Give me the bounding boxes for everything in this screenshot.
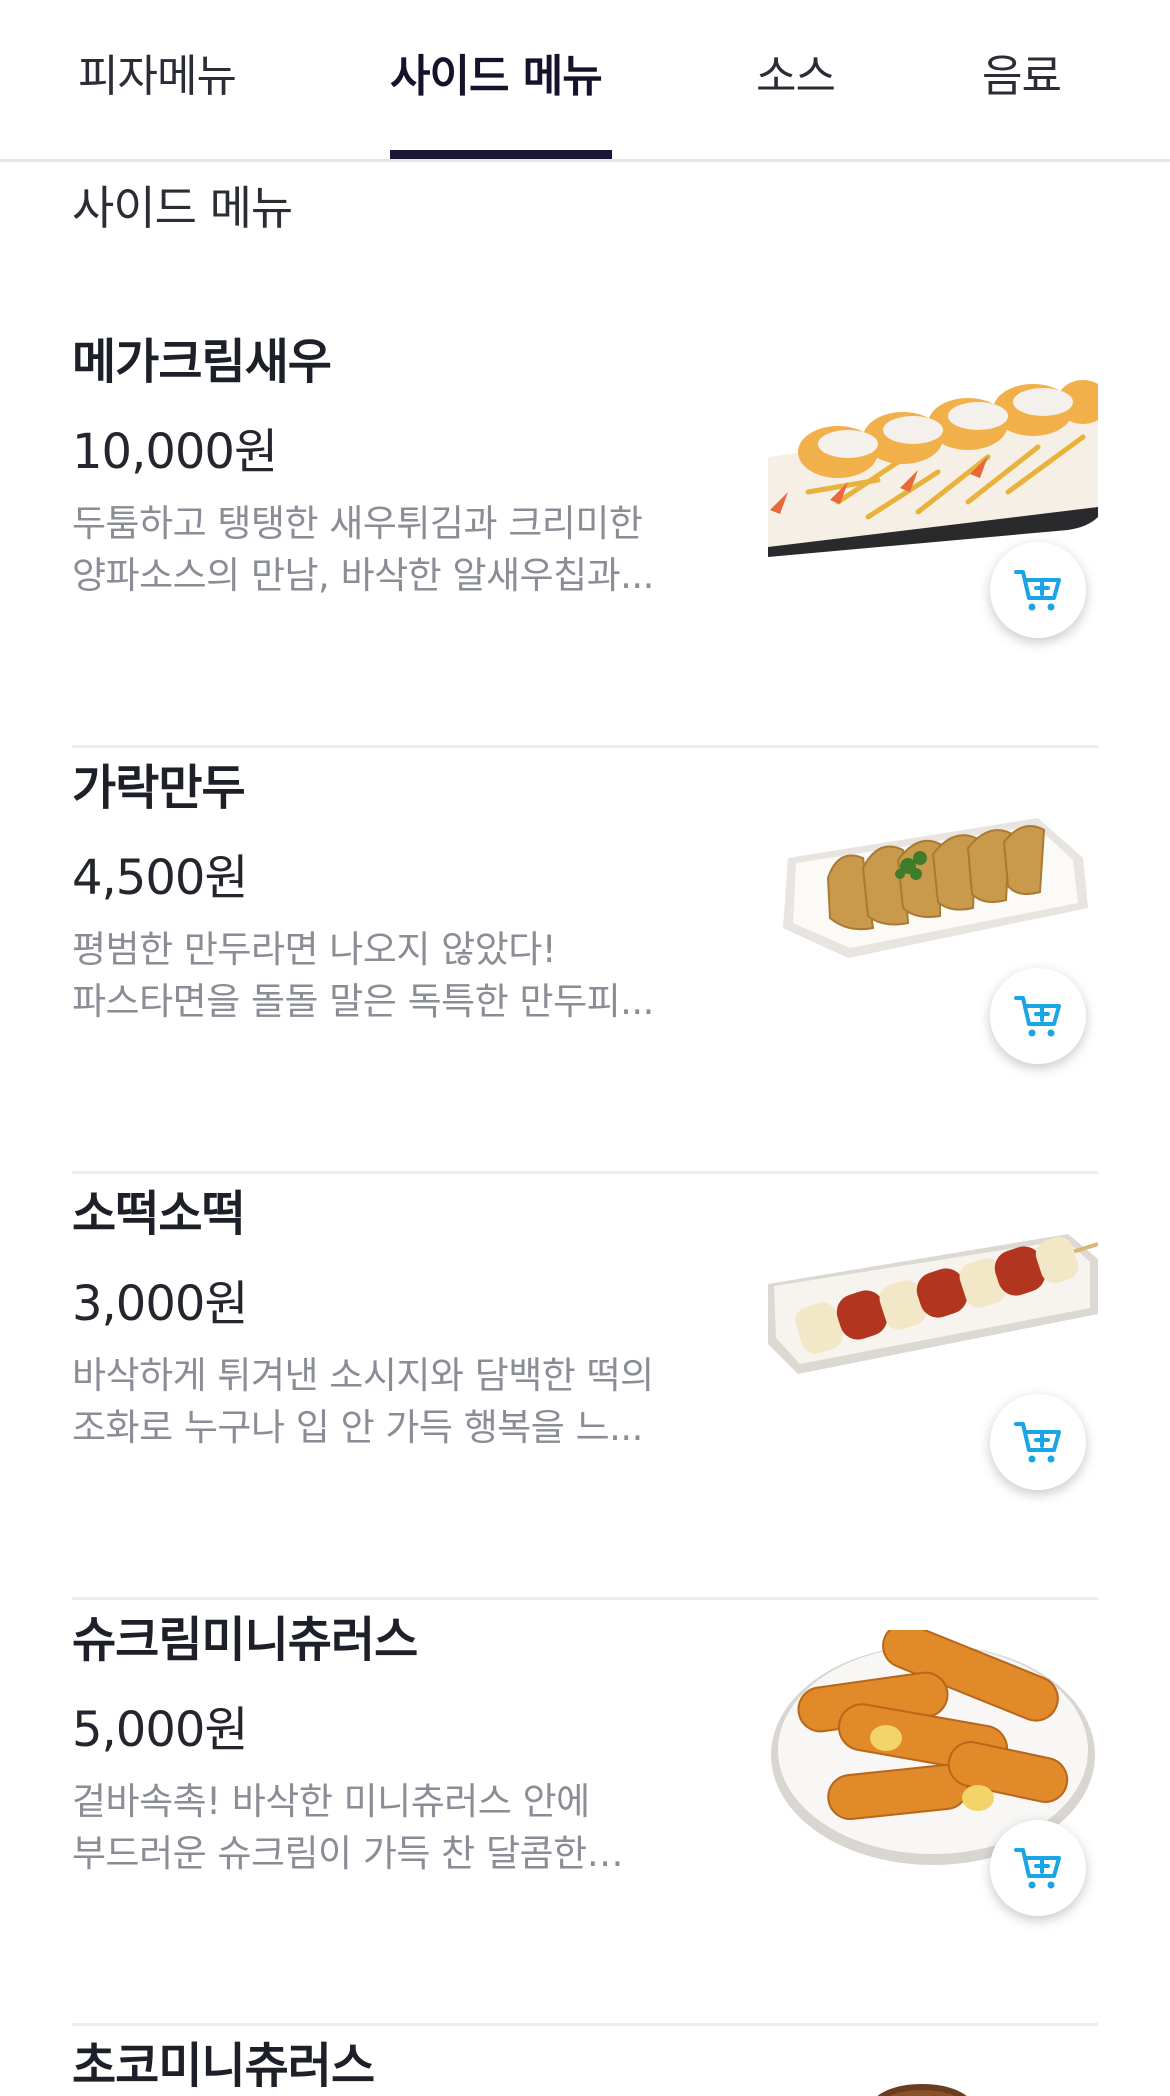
item-name: 가락만두 bbox=[72, 760, 246, 816]
active-tab-indicator bbox=[390, 150, 612, 159]
cart-add-icon bbox=[1014, 1848, 1061, 1889]
add-to-cart-button[interactable] bbox=[990, 1394, 1086, 1490]
tab-drinks[interactable]: 음료 bbox=[982, 40, 1062, 162]
add-to-cart-button[interactable] bbox=[990, 1820, 1086, 1916]
item-description: 두툼하고 탱탱한 새우튀김과 크리미한 양파소스의 만남, 바삭한 알새우칩과.… bbox=[72, 502, 654, 597]
add-to-cart-button[interactable] bbox=[990, 542, 1086, 638]
item-description: 겉바속촉! 바삭한 미니츄러스 안에 부드러운 슈크림이 가득 찬 달콤한… bbox=[72, 1780, 624, 1875]
cart-add-icon bbox=[1014, 570, 1061, 611]
tab-pizza-menu[interactable]: 피자메뉴 bbox=[78, 40, 237, 162]
menu-item[interactable]: 가락만두 4,500원 평범한 만두라면 나오지 않았다! 파스타면을 돌돌 말… bbox=[72, 748, 1098, 1174]
cart-add-icon bbox=[1014, 1422, 1061, 1463]
item-name: 슈크림미니츄러스 bbox=[72, 1612, 418, 1668]
menu-item[interactable]: 메가크림새우 10,000원 두툼하고 탱탱한 새우튀김과 크리미한 양파소스의… bbox=[72, 322, 1098, 748]
menu-item[interactable]: 슈크림미니츄러스 5,000원 겉바속촉! 바삭한 미니츄러스 안에 부드러운 … bbox=[72, 1600, 1098, 2026]
menu-item[interactable]: 초코미니츄러스 bbox=[72, 2026, 1098, 2096]
section-title: 사이드 메뉴 bbox=[72, 181, 293, 235]
item-description: 바삭하게 튀겨낸 소시지와 담백한 떡의 조화로 누구나 입 안 가득 행복을 … bbox=[72, 1354, 654, 1449]
item-price: 3,000원 bbox=[72, 1276, 249, 1332]
menu-item[interactable]: 소떡소떡 3,000원 바삭하게 튀겨낸 소시지와 담백한 떡의 조화로 누구나… bbox=[72, 1174, 1098, 1600]
item-price: 4,500원 bbox=[72, 850, 249, 906]
tab-side-menu[interactable]: 사이드 메뉴 bbox=[390, 40, 603, 162]
tab-sauce[interactable]: 소스 bbox=[756, 40, 836, 162]
add-to-cart-button[interactable] bbox=[990, 968, 1086, 1064]
choco-churros-image bbox=[877, 2084, 967, 2096]
item-name: 초코미니츄러스 bbox=[72, 2038, 375, 2094]
item-description: 평범한 만두라면 나오지 않았다! 파스타면을 돌돌 말은 독특한 만두피... bbox=[72, 928, 654, 1023]
item-price: 5,000원 bbox=[72, 1702, 249, 1758]
item-name: 소떡소떡 bbox=[72, 1186, 246, 1242]
category-tabbar: 피자메뉴 사이드 메뉴 소스 음료 bbox=[0, 0, 1170, 162]
item-price: 10,000원 bbox=[72, 424, 278, 480]
cart-add-icon bbox=[1014, 996, 1061, 1037]
item-name: 메가크림새우 bbox=[72, 334, 332, 390]
